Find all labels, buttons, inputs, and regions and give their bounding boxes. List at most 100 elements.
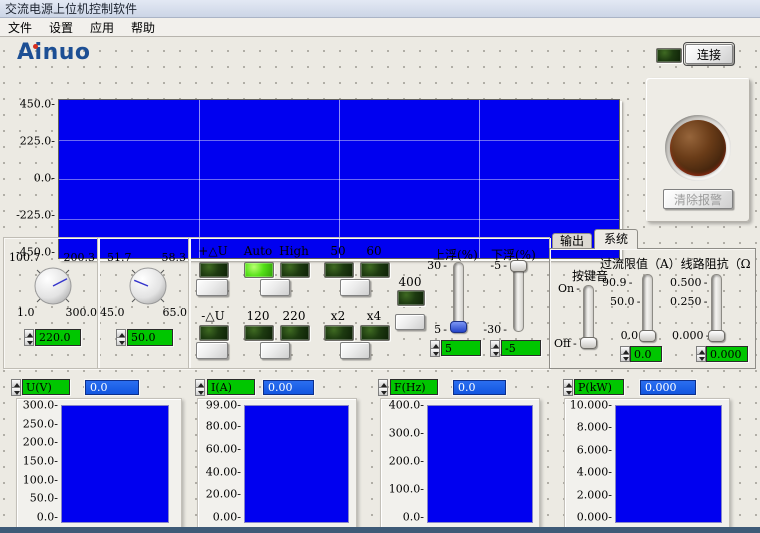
increment-button[interactable] <box>620 346 630 354</box>
float-down-spinner <box>490 340 500 357</box>
x2-x4-toggle-button[interactable] <box>340 342 370 359</box>
y-axis-tick-label: 0.00 <box>213 511 241 524</box>
current-limit-value-field[interactable]: 0.0 <box>630 346 662 362</box>
increment-button[interactable] <box>490 340 500 348</box>
meter-chart-panel: 99.0080.0060.0040.0020.000.00 <box>197 398 357 530</box>
frequency-knob-panel: 51.7 58.3 45.0 65.0 50.0 <box>97 237 190 369</box>
minus-delta-u-led <box>199 325 229 341</box>
float-down-value-field[interactable]: -5 <box>501 340 541 356</box>
increment-button[interactable] <box>563 379 573 387</box>
decrement-button[interactable] <box>696 354 706 363</box>
increment-button[interactable] <box>430 340 440 348</box>
y-axis-tick-label: 20.00 <box>206 488 241 501</box>
decrement-button[interactable] <box>195 387 205 396</box>
gridline <box>339 100 340 258</box>
increment-button[interactable] <box>195 379 205 387</box>
high-label: High <box>279 244 309 258</box>
increment-button[interactable] <box>24 329 34 337</box>
increment-button[interactable] <box>116 329 126 337</box>
y-axis-tick-label: 150.0 <box>23 455 58 468</box>
app-window: 交流电源上位机控制软件 文件 设置 应用 帮助 Ainuo 450.0225.0… <box>0 0 760 533</box>
slider-tick-label: 30 <box>425 259 447 272</box>
y-axis-tick-label: 60.00 <box>206 443 241 456</box>
power-meter: P(kW) 0.000 10.0008.0006.0004.0002.0000.… <box>561 378 733 528</box>
slider-tick-label: 90.9 <box>602 276 630 289</box>
decrement-button[interactable] <box>24 337 34 346</box>
float-up-value-field[interactable]: 5 <box>441 340 481 356</box>
float-down-slider-thumb[interactable] <box>510 260 527 272</box>
increment-button[interactable] <box>696 346 706 354</box>
y-axis-tick-label: 8.000 <box>577 421 612 434</box>
system-tab-body: 过流限值（A）线路阻抗（Ω 按键音 On Off 90.9 50.0 0.0 0… <box>549 248 756 369</box>
minus-delta-u-label: -△U <box>193 309 233 323</box>
x2-led <box>324 325 354 341</box>
meter-spinner <box>378 379 388 396</box>
main-chart-y-axis: 450.0225.00.0-225.0-450.0 <box>10 104 55 252</box>
gridline <box>479 100 480 258</box>
meter-y-axis: 99.0080.0060.0040.0020.000.00 <box>198 405 242 517</box>
line-impedance-value-field[interactable]: 0.000 <box>706 346 748 362</box>
alarm-panel: 清除报警 <box>646 78 750 222</box>
y-axis-tick-label: 40.00 <box>206 465 241 478</box>
y-axis-tick-label: 100.0 <box>389 483 424 496</box>
decrement-button[interactable] <box>378 387 388 396</box>
key-sound-switch-thumb[interactable] <box>580 337 597 349</box>
connect-button[interactable]: 连接 <box>685 44 733 64</box>
decrement-button[interactable] <box>116 337 126 346</box>
line-impedance-slider-thumb[interactable] <box>708 330 725 342</box>
menu-item-help[interactable]: 帮助 <box>131 19 155 36</box>
knob-scale-label: 100.7 <box>9 251 41 264</box>
tab-output[interactable]: 输出 <box>552 233 592 249</box>
menu-item-file[interactable]: 文件 <box>8 19 32 36</box>
window-bottom-border <box>0 527 760 533</box>
range-120-label: 120 <box>243 309 273 323</box>
current-limit-slider-thumb[interactable] <box>639 330 656 342</box>
settings-tab-panel: 输出 系统 过流限值（A）线路阻抗（Ω 按键音 On Off 90.9 50.0… <box>549 229 756 369</box>
freq-50-label: 50 <box>323 244 353 258</box>
tab-system[interactable]: 系统 <box>594 229 638 249</box>
frequency-setpoint-field[interactable]: 50.0 <box>127 329 173 346</box>
decrement-button[interactable] <box>11 387 21 396</box>
voltage-knob-panel: 100.7 200.3 1.0 300.0 <box>3 237 99 369</box>
float-down-slider-track[interactable] <box>513 262 524 332</box>
voltage-setpoint-field[interactable]: 220.0 <box>35 329 81 346</box>
meter-chart-panel: 300.0250.0200.0150.0100.050.00.0 <box>16 398 182 530</box>
menu-item-settings[interactable]: 设置 <box>49 19 73 36</box>
range-120-220-toggle-button[interactable] <box>260 342 290 359</box>
decrement-button[interactable] <box>430 348 440 357</box>
y-axis-tick-label: 0.0 <box>34 172 55 185</box>
window-titlebar: 交流电源上位机控制软件 <box>0 0 760 18</box>
voltage-knob[interactable] <box>31 264 75 308</box>
window-title: 交流电源上位机控制软件 <box>5 2 137 16</box>
decrement-button[interactable] <box>563 387 573 396</box>
increment-button[interactable] <box>378 379 388 387</box>
y-axis-tick-label: 450.0 <box>20 98 55 111</box>
menu-item-application[interactable]: 应用 <box>90 19 114 36</box>
y-axis-tick-label: 200.0 <box>23 436 58 449</box>
y-axis-tick-label: 100.0 <box>23 473 58 486</box>
line-impedance-spinner <box>696 346 706 362</box>
decrement-button[interactable] <box>490 348 500 357</box>
knob-scale-label: 51.7 <box>107 251 132 264</box>
meter-spinner <box>11 379 21 396</box>
plus-delta-u-label: +△U <box>193 244 233 258</box>
range-400-button[interactable] <box>395 314 425 330</box>
freq-50-60-toggle-button[interactable] <box>340 279 370 296</box>
y-axis-tick-label: 50.0 <box>30 492 58 505</box>
meter-plot <box>61 405 169 523</box>
logo-text: Ainuo <box>17 40 91 65</box>
auto-high-toggle-button[interactable] <box>260 279 290 296</box>
meter-chart-panel: 10.0008.0006.0004.0002.0000.000 <box>564 398 730 530</box>
brand-logo: Ainuo <box>17 40 91 65</box>
decrement-button[interactable] <box>620 354 630 363</box>
increment-button[interactable] <box>11 379 21 387</box>
meter-y-axis: 400.0300.0200.0100.00.0 <box>381 405 425 517</box>
frequency-knob[interactable] <box>126 264 170 308</box>
float-up-spinner <box>430 340 440 357</box>
float-up-slider-thumb[interactable] <box>450 321 467 333</box>
meter-label: U(V) <box>22 379 70 395</box>
minus-delta-u-button[interactable] <box>196 342 228 359</box>
clear-alarm-button[interactable]: 清除报警 <box>663 189 733 209</box>
plus-delta-u-button[interactable] <box>196 279 228 296</box>
limits-header: 过流限值（A）线路阻抗（Ω <box>600 255 754 272</box>
